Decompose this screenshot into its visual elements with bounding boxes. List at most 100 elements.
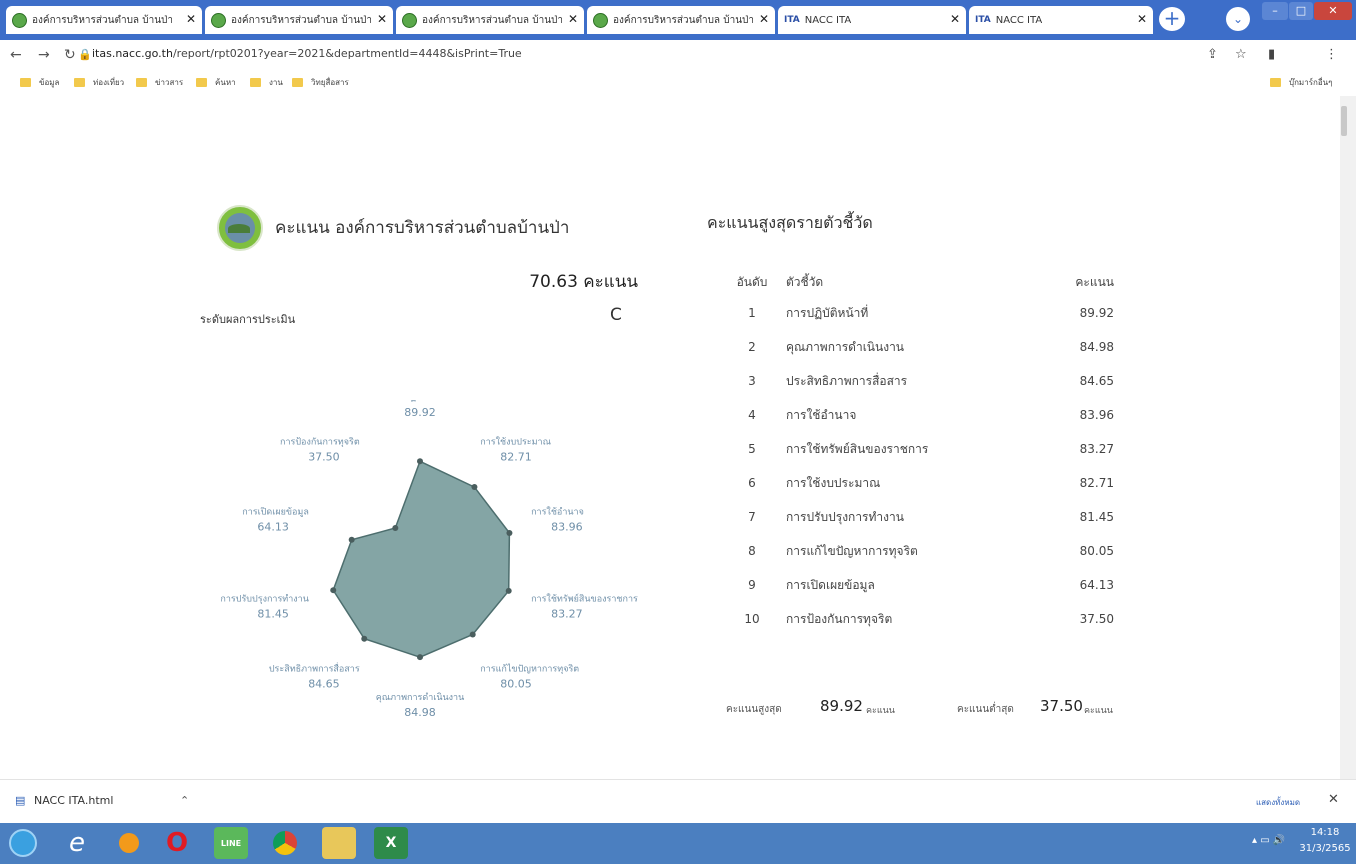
tab-search-button[interactable]: ⌄ (1226, 7, 1250, 31)
close-icon[interactable]: ✕ (377, 12, 387, 26)
star-icon[interactable]: ☆ (1235, 47, 1247, 62)
bookmark-folder[interactable]: ค้นหา (196, 76, 236, 89)
menu-icon[interactable]: ⋮ (1325, 47, 1338, 62)
min-score-label: คะแนนต่ำสุด (957, 704, 1014, 715)
radar-point[interactable] (417, 458, 423, 465)
scrollbar-thumb[interactable] (1341, 106, 1347, 136)
max-score-value: 89.92 (820, 697, 863, 715)
chrome-icon[interactable] (268, 827, 302, 859)
taskbar: e O LINE X ▴ ▭ 🔊 14:18 31/3/2565 (0, 823, 1356, 864)
grade-label: ระดับผลการประเมิน (200, 313, 296, 326)
download-bar: ▤ NACC ITA.html ⌃ แสดงทั้งหมด ✕ (0, 779, 1356, 824)
row-score: 80.05 (1079, 544, 1114, 558)
row-rank: 3 (748, 374, 756, 388)
radar-point[interactable] (506, 529, 513, 536)
clock-time[interactable]: 14:18 (1300, 827, 1350, 838)
internet-explorer-icon[interactable]: e (60, 827, 94, 859)
row-score: 83.96 (1079, 408, 1114, 422)
row-indicator: การปรับปรุงการทำงาน (786, 509, 904, 524)
close-window-button[interactable]: ✕ (1314, 2, 1352, 20)
sao-favicon-icon (593, 12, 608, 28)
bookmark-folder[interactable]: ท่องเที่ยว (74, 76, 124, 89)
radar-axis-label: การป้องกันการทุจริต (280, 437, 360, 448)
download-item[interactable]: NACC ITA.html (34, 794, 113, 807)
browser-tab[interactable]: ITA NACC ITA ✕ (778, 6, 966, 34)
minimize-button[interactable]: – (1262, 2, 1288, 20)
radar-point[interactable] (505, 587, 512, 594)
radar-value-label: 84.98 (404, 706, 436, 719)
close-icon[interactable]: ✕ (759, 12, 769, 26)
radar-point[interactable] (471, 484, 478, 491)
radar-point[interactable] (392, 525, 399, 532)
side-panel-icon[interactable]: ▮ (1268, 47, 1275, 62)
table-row: 4 การใช้อำนาจ 83.96 (718, 398, 1114, 432)
row-indicator: การใช้งบประมาณ (786, 475, 881, 490)
radar-point[interactable] (469, 631, 476, 638)
sao-favicon-icon (211, 12, 226, 28)
bookmark-folder[interactable]: งาน (250, 76, 283, 89)
tab-title: องค์การบริหารส่วนตำบล บ้านป่า อ... (422, 14, 562, 26)
row-rank: 7 (748, 510, 756, 524)
score-header: คะแนน (1075, 274, 1114, 289)
media-player-icon[interactable] (112, 827, 146, 859)
folder-icon (196, 78, 207, 87)
radar-value-label: 84.65 (308, 677, 340, 690)
radar-value-label: 64.13 (257, 521, 289, 534)
bookmark-folder[interactable]: ข้อมูล (20, 76, 59, 89)
close-icon[interactable]: ✕ (950, 12, 960, 26)
bookmark-label: งาน (269, 78, 283, 87)
tray-icons[interactable]: ▴ ▭ 🔊 (1252, 835, 1285, 846)
html-file-icon: ▤ (15, 794, 26, 807)
table-row: 3 ประสิทธิภาพการสื่อสาร 84.65 (718, 364, 1114, 398)
browser-tab-active[interactable]: ITA NACC ITA ✕ (969, 6, 1153, 34)
browser-tab[interactable]: องค์การบริหารส่วนตำบล บ้านป่า อ... ✕ (205, 6, 393, 34)
back-icon[interactable]: ← (10, 47, 22, 63)
radar-value-label: 89.92 (404, 406, 436, 419)
browser-tab[interactable]: องค์การบริหารส่วนตำบล บ้านป่า อ... ✕ (6, 6, 202, 34)
sao-favicon-icon (12, 12, 27, 28)
opera-icon[interactable]: O (160, 827, 194, 859)
start-button[interactable] (6, 827, 40, 859)
line-icon[interactable]: LINE (214, 827, 248, 859)
bookmark-folder[interactable]: ข่าวสาร (136, 76, 183, 89)
share-icon[interactable]: ⇪ (1207, 47, 1218, 62)
row-indicator: การใช้ทรัพย์สินของราชการ (786, 441, 929, 456)
radar-chart: การปฏิบัติหน้าที่ 89.92 การใช้งบประมาณ 82.7… (220, 400, 638, 719)
browser-tab[interactable]: องค์การบริหารส่วนตำบล บ้านป่า อ... ✕ (396, 6, 584, 34)
new-tab-button[interactable]: + (1159, 7, 1185, 31)
row-indicator: การแก้ไขปัญหาการทุจริต (786, 543, 918, 558)
table-row: 8 การแก้ไขปัญหาการทุจริต 80.05 (718, 534, 1114, 568)
forward-icon[interactable]: → (38, 47, 50, 63)
row-indicator: ประสิทธิภาพการสื่อสาร (786, 373, 908, 388)
radar-axis-label: การปฏิบัติหน้าที่ (389, 400, 451, 403)
radar-point[interactable] (361, 635, 368, 642)
radar-axis-label: การเปิดเผยข้อมูล (242, 507, 309, 518)
bookmark-folder[interactable]: วิทยุสื่อสาร (292, 76, 349, 89)
close-icon[interactable]: ✕ (568, 12, 578, 26)
row-indicator: การป้องกันการทุจริต (786, 611, 893, 626)
ita-favicon-icon: ITA (975, 15, 991, 25)
url-field[interactable]: itas.nacc.go.th/report/rpt0201?year=2021… (92, 47, 522, 60)
excel-icon[interactable]: X (374, 827, 408, 859)
grade-value: C (610, 305, 622, 325)
close-icon[interactable]: ✕ (1328, 792, 1339, 807)
lock-icon: 🔒 (78, 48, 92, 61)
reload-icon[interactable]: ↻ (64, 47, 76, 63)
maximize-button[interactable]: □ (1289, 2, 1313, 20)
radar-point[interactable] (348, 536, 355, 543)
close-icon[interactable]: ✕ (1137, 12, 1147, 26)
radar-point[interactable] (330, 587, 337, 594)
other-bookmarks[interactable]: บุ๊กมาร์กอื่นๆ (1270, 76, 1332, 89)
row-rank: 8 (748, 544, 756, 558)
radar-value-label: 80.05 (500, 677, 532, 690)
row-score: 81.45 (1079, 510, 1114, 524)
clock-date[interactable]: 31/3/2565 (1298, 843, 1352, 854)
close-icon[interactable]: ✕ (186, 12, 196, 26)
scrollbar[interactable] (1340, 96, 1356, 779)
show-all-downloads[interactable]: แสดงทั้งหมด (1256, 796, 1300, 809)
bookmark-label: ข้อมูล (39, 78, 60, 87)
browser-tab[interactable]: องค์การบริหารส่วนตำบล บ้านป่า อ... ✕ (587, 6, 775, 34)
chevron-up-icon[interactable]: ⌃ (180, 794, 189, 807)
file-explorer-icon[interactable] (322, 827, 356, 859)
radar-point[interactable] (417, 654, 423, 661)
